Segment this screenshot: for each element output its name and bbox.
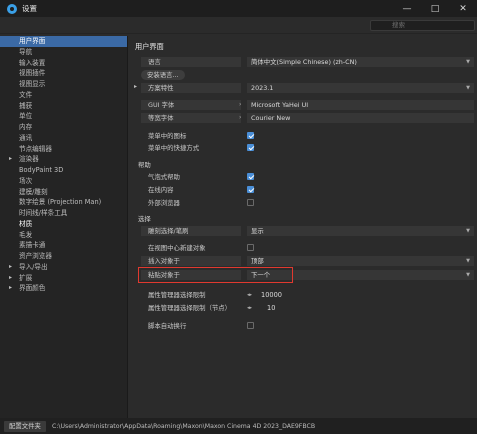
sidebar-item-user-interface[interactable]: 用户界面: [0, 36, 127, 47]
insert-object-dropdown[interactable]: 顶部 ▼: [247, 256, 474, 266]
sidebar: 用户界面 导航 输入装置 视图插件 视图显示 文件 捕获 单位 内存 通讯 节点…: [0, 36, 128, 418]
page-title: 用户界面: [135, 42, 164, 51]
window-title: 设置: [22, 4, 37, 13]
attr-manager-node-limit-label: 属性管理器选择限制（节点）: [148, 304, 232, 312]
window-controls: — □ ✕: [393, 0, 477, 17]
attr-manager-node-limit-stepper[interactable]: ◂▸ 10: [247, 303, 275, 313]
sidebar-item-projection-man[interactable]: 数字绘景 (Projection Man): [0, 197, 127, 208]
sidebar-item-memory[interactable]: 内存: [0, 122, 127, 133]
create-at-view-center-label: 在视图中心新建对象: [148, 244, 206, 252]
language-dropdown[interactable]: 简体中文(Simple Chinese) (zh-CN) ▼: [247, 57, 474, 67]
sidebar-item-viewport-display[interactable]: 视图显示: [0, 79, 127, 90]
online-content-checkbox[interactable]: [247, 186, 254, 193]
search-input[interactable]: 搜索: [370, 20, 475, 31]
menu-icons-checkbox[interactable]: [247, 132, 254, 139]
sidebar-item-bodypaint[interactable]: BodyPaint 3D: [0, 165, 127, 176]
gui-font-dropdown[interactable]: › Microsoft YaHei UI: [239, 100, 474, 110]
sidebar-item-communication[interactable]: 通讯: [0, 133, 127, 144]
sidebar-item-node-editor[interactable]: 节点编辑器: [0, 144, 127, 155]
sidebar-item-files[interactable]: 文件: [0, 90, 127, 101]
chevron-right-icon[interactable]: ▸: [134, 83, 137, 90]
sidebar-item-snap[interactable]: 捕获: [0, 101, 127, 112]
close-icon[interactable]: ✕: [449, 0, 477, 17]
mono-font-dropdown[interactable]: › Courier New: [239, 113, 474, 123]
select-section-title: 选择: [138, 215, 151, 223]
sidebar-item-input-devices[interactable]: 输入装置: [0, 58, 127, 69]
dropdown-caret-icon: ▼: [466, 85, 470, 91]
sidebar-item-interface-colors[interactable]: ▸ 界面颜色: [0, 283, 127, 294]
minimize-icon[interactable]: —: [393, 0, 421, 17]
insert-object-label: 插入对象于: [141, 256, 241, 266]
chevron-right-icon: ›: [239, 114, 242, 121]
attr-manager-limit-stepper[interactable]: ◂▸ 10000: [247, 290, 282, 300]
menu-shortcuts-checkbox[interactable]: [247, 144, 254, 151]
scheme-label: 方案特性: [141, 83, 241, 93]
toolbar: 搜索: [0, 17, 477, 34]
highlight-box: [138, 267, 293, 283]
menu-icons-label: 菜单中的图标: [148, 132, 187, 140]
maximize-icon[interactable]: □: [421, 0, 449, 17]
attr-manager-limit-label: 属性管理器选择限制: [148, 291, 206, 299]
sidebar-item-timeline-spline[interactable]: 时间线/样条工具: [0, 208, 127, 219]
config-folder-button[interactable]: 配置文件夹: [4, 420, 46, 432]
language-label: 语言: [141, 57, 241, 67]
sidebar-item-import-export[interactable]: ▸ 导入/导出: [0, 262, 127, 273]
script-autowrap-checkbox[interactable]: [247, 322, 254, 329]
cinema4d-logo-icon: [7, 3, 17, 14]
sidebar-item-sketch-toon[interactable]: 素描卡通: [0, 240, 127, 251]
create-at-view-center-checkbox[interactable]: [247, 244, 254, 251]
chevron-right-icon: ▸: [9, 262, 13, 270]
config-folder-path: C:\Users\Administrator\AppData\Roaming\M…: [51, 422, 316, 430]
sidebar-item-hair[interactable]: 毛发: [0, 230, 127, 241]
stepper-arrows-icon[interactable]: ◂▸: [247, 303, 252, 313]
chevron-right-icon: ▸: [9, 284, 13, 292]
stepper-arrows-icon[interactable]: ◂▸: [247, 290, 252, 300]
status-bar: 配置文件夹 C:\Users\Administrator\AppData\Roa…: [0, 418, 477, 434]
search-placeholder: 搜索: [392, 21, 405, 29]
install-language-button[interactable]: 安装语言...: [141, 70, 185, 80]
sidebar-item-takes[interactable]: 场次: [0, 176, 127, 187]
sidebar-item-renderer[interactable]: ▸ 渲染器: [0, 154, 127, 165]
script-autowrap-label: 脚本自动换行: [148, 322, 187, 330]
help-section-title: 帮助: [138, 161, 151, 169]
mono-font-label: 等宽字体: [141, 113, 241, 123]
settings-panel: 用户界面 语言 简体中文(Simple Chinese) (zh-CN) ▼ 安…: [130, 36, 477, 418]
external-browser-label: 外部浏览器: [148, 199, 180, 207]
bubble-help-checkbox[interactable]: [247, 173, 254, 180]
chevron-right-icon: ›: [239, 101, 242, 108]
external-browser-checkbox[interactable]: [247, 199, 254, 206]
scheme-dropdown[interactable]: 2023.1 ▼: [247, 83, 474, 93]
menu-shortcuts-label: 菜单中的快捷方式: [148, 144, 200, 152]
gui-font-label: GUI 字体: [141, 100, 241, 110]
sidebar-item-modeling-sculpting[interactable]: 建模/雕刻: [0, 187, 127, 198]
sidebar-item-units[interactable]: 单位: [0, 111, 127, 122]
box-select-label: 雕刻选择/笔刷: [141, 226, 241, 236]
dropdown-caret-icon: ▼: [466, 228, 470, 234]
online-content-label: 在线内容: [148, 186, 174, 194]
dropdown-caret-icon: ▼: [466, 272, 470, 278]
sidebar-item-viewport-plugins[interactable]: 视图插件: [0, 68, 127, 79]
dropdown-caret-icon: ▼: [466, 59, 470, 65]
sidebar-item-extensions[interactable]: ▸ 扩展: [0, 273, 127, 284]
box-select-dropdown[interactable]: 显示 ▼: [247, 226, 474, 236]
chevron-right-icon: ▸: [9, 155, 13, 163]
chevron-right-icon: ▸: [9, 273, 13, 281]
dropdown-caret-icon: ▼: [466, 258, 470, 264]
sidebar-item-navigation[interactable]: 导航: [0, 47, 127, 58]
title-bar: 设置 — □ ✕: [0, 0, 477, 17]
bubble-help-label: 气泡式帮助: [148, 173, 180, 181]
sidebar-item-materials[interactable]: 材质: [0, 219, 127, 230]
sidebar-item-asset-browser[interactable]: 资产浏览器: [0, 251, 127, 262]
